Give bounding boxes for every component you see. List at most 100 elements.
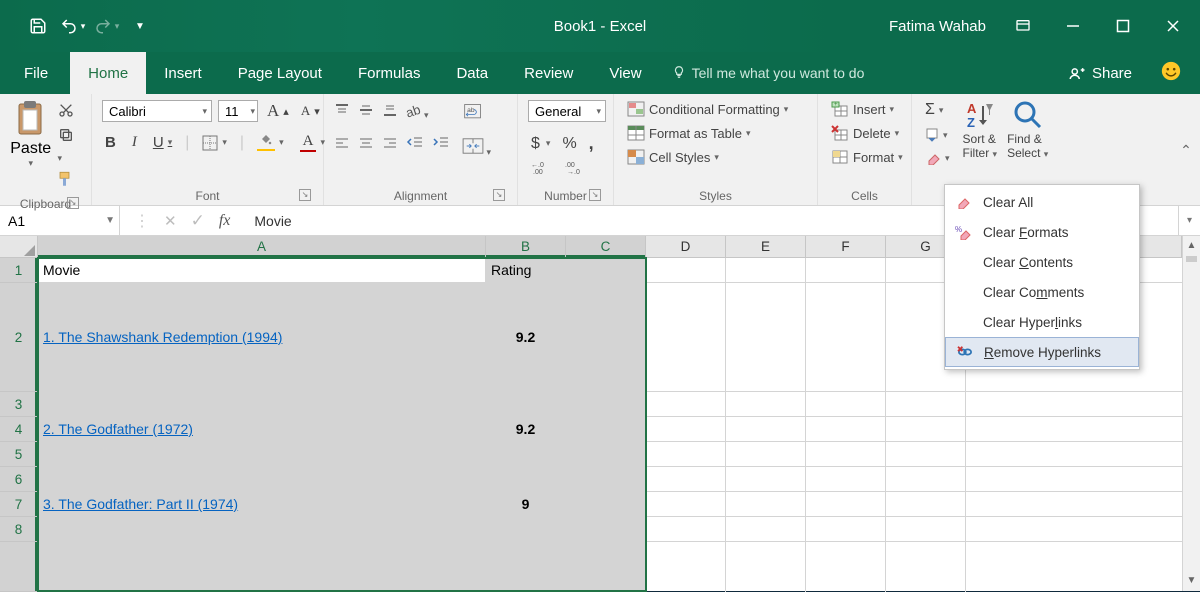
col-header-c[interactable]: C bbox=[566, 236, 646, 257]
select-all-triangle[interactable] bbox=[0, 236, 38, 257]
accounting-format-button[interactable]: $▾ bbox=[528, 134, 553, 154]
cell-d1[interactable] bbox=[646, 258, 726, 282]
orientation-icon[interactable]: ab▾ bbox=[406, 102, 429, 123]
ribbon-display-icon[interactable] bbox=[1010, 13, 1036, 39]
cell-a7[interactable]: 3. The Godfather: Part II (1974) bbox=[38, 492, 486, 516]
tab-formulas[interactable]: Formulas bbox=[340, 52, 439, 94]
col-header-e[interactable]: E bbox=[726, 236, 806, 257]
align-right-icon[interactable] bbox=[382, 136, 398, 154]
format-cells-button[interactable]: Format ▾ bbox=[828, 148, 906, 166]
scroll-up-icon[interactable]: ▲ bbox=[1183, 236, 1200, 256]
percent-button[interactable]: % bbox=[559, 134, 579, 154]
row-header-1[interactable]: 1 bbox=[0, 258, 37, 283]
sort-filter-button[interactable]: AZ Sort &Filter ▾ bbox=[963, 100, 998, 160]
row-header-8[interactable]: 8 bbox=[0, 517, 37, 542]
fill-color-icon[interactable]: ▾ bbox=[254, 133, 287, 152]
copy-icon[interactable]: ▾ bbox=[57, 127, 81, 166]
number-launcher-icon[interactable]: ↘ bbox=[589, 189, 601, 201]
scroll-down-icon[interactable]: ▼ bbox=[1183, 571, 1200, 591]
cell-a2[interactable]: 1. The Shawshank Redemption (1994) bbox=[38, 283, 486, 391]
tab-review[interactable]: Review bbox=[506, 52, 591, 94]
increase-font-icon[interactable]: A▴ bbox=[264, 100, 292, 122]
align-top-icon[interactable] bbox=[334, 103, 350, 122]
cell-b7[interactable]: 9 bbox=[486, 492, 566, 516]
underline-button[interactable]: U ▾ bbox=[150, 133, 175, 152]
cell-c2[interactable] bbox=[566, 283, 646, 391]
cell-styles-button[interactable]: Cell Styles ▾ bbox=[624, 148, 722, 166]
scroll-split-icon[interactable] bbox=[1186, 256, 1197, 262]
conditional-formatting-button[interactable]: Conditional Formatting ▾ bbox=[624, 100, 791, 118]
accept-formula-icon[interactable]: ✓ bbox=[191, 211, 205, 231]
menu-clear-formats[interactable]: % Clear Formats bbox=[945, 217, 1139, 247]
name-box-dropdown-icon[interactable]: ▼ bbox=[105, 215, 115, 226]
merge-center-icon[interactable]: ▾ bbox=[462, 137, 491, 160]
comma-button[interactable]: , bbox=[586, 132, 597, 155]
row-header-7[interactable]: 7 bbox=[0, 492, 37, 517]
close-icon[interactable] bbox=[1160, 13, 1186, 39]
cancel-formula-icon[interactable]: ✕ bbox=[164, 212, 177, 230]
vertical-scrollbar[interactable]: ▲ ▼ bbox=[1182, 236, 1200, 591]
tab-home[interactable]: Home bbox=[70, 52, 146, 94]
align-left-icon[interactable] bbox=[334, 136, 350, 154]
wrap-text-icon[interactable]: ab bbox=[462, 102, 491, 127]
menu-clear-contents[interactable]: Clear Contents bbox=[945, 247, 1139, 277]
tab-insert[interactable]: Insert bbox=[146, 52, 220, 94]
cell-a1[interactable]: Movie bbox=[38, 258, 486, 282]
font-size-combo[interactable]: 11▾ bbox=[218, 100, 258, 122]
col-header-d[interactable]: D bbox=[646, 236, 726, 257]
decrease-indent-icon[interactable] bbox=[406, 135, 424, 154]
format-as-table-button[interactable]: Format as Table ▾ bbox=[624, 124, 754, 142]
expand-formula-bar-icon[interactable]: ▾ bbox=[1178, 206, 1200, 235]
save-icon[interactable] bbox=[24, 12, 52, 40]
cell-a3[interactable] bbox=[38, 392, 486, 416]
tab-file[interactable]: File bbox=[0, 52, 70, 94]
autosum-button[interactable]: Σ ▾ bbox=[922, 100, 953, 120]
alignment-launcher-icon[interactable]: ↘ bbox=[493, 189, 505, 201]
col-header-a[interactable]: A bbox=[38, 236, 486, 257]
undo-icon[interactable]: ▾ bbox=[58, 12, 86, 40]
paste-button[interactable]: Paste ▾ bbox=[10, 100, 51, 169]
tab-view[interactable]: View bbox=[591, 52, 659, 94]
font-launcher-icon[interactable]: ↘ bbox=[299, 189, 311, 201]
qat-customize-icon[interactable]: ▼ bbox=[126, 12, 154, 40]
col-header-b[interactable]: B bbox=[486, 236, 566, 257]
bold-button[interactable]: B bbox=[102, 133, 119, 152]
format-painter-icon[interactable] bbox=[57, 170, 81, 193]
decrease-decimal-icon[interactable]: .00→.0 bbox=[562, 159, 586, 175]
redo-icon[interactable]: ▾ bbox=[92, 12, 120, 40]
maximize-icon[interactable] bbox=[1110, 13, 1136, 39]
menu-clear-all[interactable]: Clear All bbox=[945, 187, 1139, 217]
font-name-combo[interactable]: Calibri▾ bbox=[102, 100, 212, 122]
cell-b3[interactable] bbox=[486, 392, 566, 416]
tab-page-layout[interactable]: Page Layout bbox=[220, 52, 340, 94]
italic-button[interactable]: I bbox=[129, 133, 140, 152]
menu-clear-comments[interactable]: Clear Comments bbox=[945, 277, 1139, 307]
increase-indent-icon[interactable] bbox=[432, 135, 450, 154]
cell-f1[interactable] bbox=[806, 258, 886, 282]
row-header-2[interactable]: 2 bbox=[0, 283, 37, 392]
cell-b1[interactable]: Rating bbox=[486, 258, 566, 282]
smiley-icon[interactable] bbox=[1160, 60, 1182, 87]
clear-button[interactable]: ▾ bbox=[922, 150, 953, 166]
row-header-5[interactable]: 5 bbox=[0, 442, 37, 467]
cell-c1[interactable] bbox=[566, 258, 646, 282]
collapse-ribbon-icon[interactable]: ⌃ bbox=[1176, 96, 1196, 204]
name-box[interactable]: A1 ▼ bbox=[0, 206, 120, 235]
cell-b2[interactable]: 9.2 bbox=[486, 283, 566, 391]
cut-icon[interactable] bbox=[57, 102, 81, 123]
menu-clear-hyperlinks[interactable]: Clear Hyperlinks bbox=[945, 307, 1139, 337]
row-header-4[interactable]: 4 bbox=[0, 417, 37, 442]
row-header-9[interactable] bbox=[0, 542, 37, 592]
decrease-font-icon[interactable]: A▾ bbox=[298, 102, 323, 120]
cell-a4[interactable]: 2. The Godfather (1972) bbox=[38, 417, 486, 441]
col-header-f[interactable]: F bbox=[806, 236, 886, 257]
cell-b4[interactable]: 9.2 bbox=[486, 417, 566, 441]
increase-decimal-icon[interactable]: ←.0.00 bbox=[528, 159, 552, 175]
minimize-icon[interactable] bbox=[1060, 13, 1086, 39]
share-button[interactable]: Share bbox=[1068, 64, 1132, 82]
borders-icon[interactable]: ▾ bbox=[199, 134, 230, 152]
tell-me[interactable]: Tell me what you want to do bbox=[672, 65, 865, 82]
cell-e1[interactable] bbox=[726, 258, 806, 282]
align-middle-icon[interactable] bbox=[358, 103, 374, 122]
user-name[interactable]: Fatima Wahab bbox=[889, 18, 986, 35]
